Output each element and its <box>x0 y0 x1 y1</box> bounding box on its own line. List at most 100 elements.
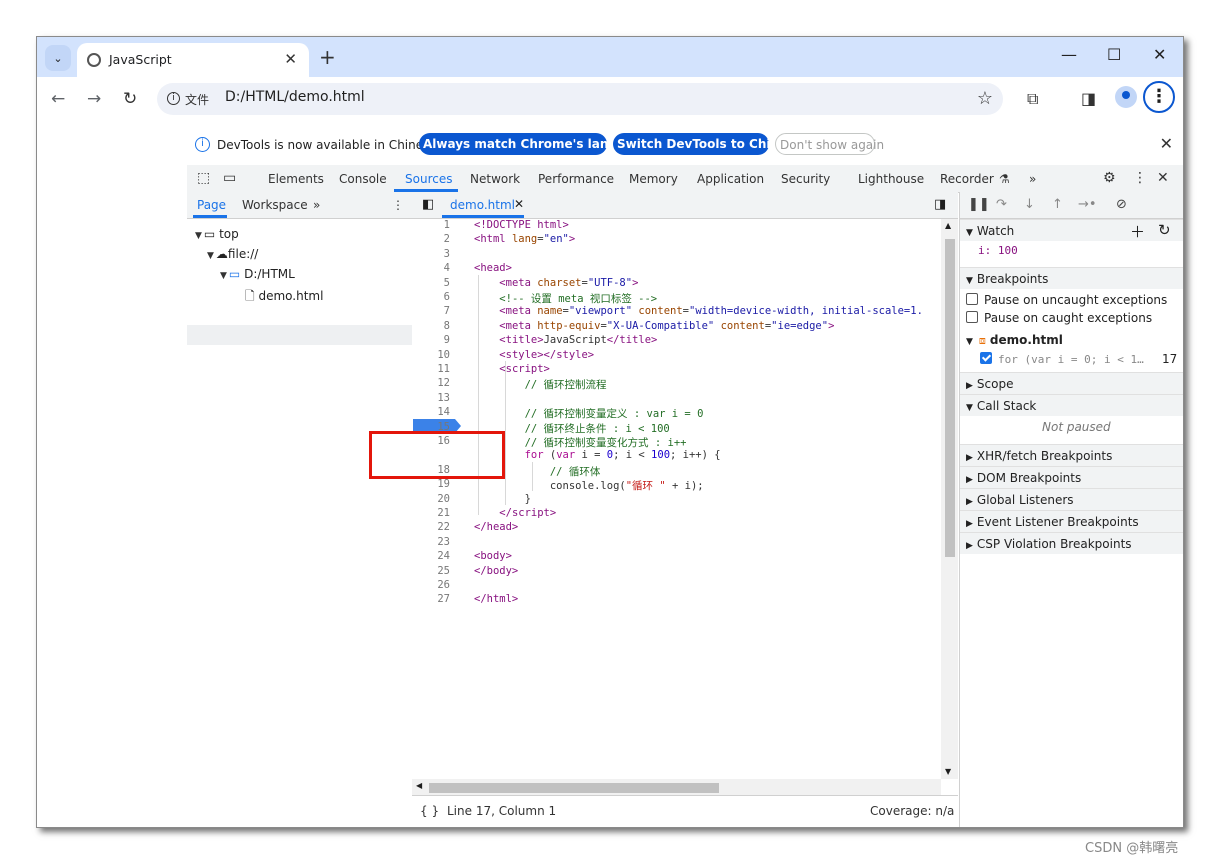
dom-breakpoints-section[interactable]: ▶ DOM Breakpoints <box>960 466 1183 488</box>
minimize-icon[interactable]: — <box>1061 45 1077 64</box>
tree-item-file[interactable]: ▼ ☁file:// <box>207 247 258 261</box>
line-number[interactable]: 2 <box>412 233 450 245</box>
tab-search-button[interactable]: ⌄ <box>45 45 71 71</box>
callstack-section[interactable]: ▼ Call Stack <box>960 394 1183 416</box>
pause-resume-icon[interactable]: ❚❚ <box>968 197 990 212</box>
forward-icon[interactable]: → <box>87 89 101 109</box>
close-file-tab-icon[interactable]: ✕ <box>514 197 524 211</box>
line-number[interactable]: 24 <box>412 550 450 562</box>
step-into-icon[interactable]: ↓ <box>1024 197 1035 212</box>
line-number[interactable]: 13 <box>412 392 450 404</box>
more-navigator-tabs-icon[interactable]: » <box>313 198 320 212</box>
line-number[interactable]: 19 <box>412 478 450 490</box>
scope-section[interactable]: ▶ Scope <box>960 372 1183 394</box>
navigator-menu-icon[interactable]: ⋮ <box>392 198 404 212</box>
checkbox[interactable] <box>966 311 978 323</box>
breakpoint-entry[interactable]: for (var i = 0; i < 1… <box>980 352 1144 366</box>
breakpoints-section[interactable]: ▼ Breakpoints <box>960 267 1183 289</box>
line-number[interactable]: 22 <box>412 521 450 533</box>
maximize-icon[interactable]: ☐ <box>1107 45 1121 64</box>
match-language-button[interactable]: Always match Chrome's language <box>419 133 650 155</box>
xhr-breakpoints-section[interactable]: ▶ XHR/fetch Breakpoints <box>960 444 1183 466</box>
navigator-tab-workspace[interactable]: Workspace <box>242 198 308 212</box>
close-infobar-icon[interactable]: ✕ <box>1160 134 1173 153</box>
line-number[interactable]: 4 <box>412 262 450 274</box>
watch-expression[interactable]: i: 100 <box>978 244 1018 257</box>
tab-recorder[interactable]: Recorder <box>940 172 994 186</box>
back-icon[interactable]: ← <box>51 89 65 109</box>
line-number[interactable]: 25 <box>412 565 450 577</box>
step-over-icon[interactable]: ↷ <box>996 197 1007 212</box>
reload-icon[interactable]: ↻ <box>123 89 137 109</box>
more-tabs-icon[interactable]: » <box>1029 172 1036 186</box>
line-number[interactable]: 27 <box>412 593 450 605</box>
step-icon[interactable]: →• <box>1078 197 1097 212</box>
line-number[interactable]: 3 <box>412 248 450 260</box>
scroll-down-icon[interactable]: ▼ <box>945 767 951 776</box>
editor-file-tab[interactable]: demo.html <box>450 198 515 212</box>
csp-breakpoints-section[interactable]: ▶ CSP Violation Breakpoints <box>960 532 1183 554</box>
tab-application[interactable]: Application <box>697 172 764 186</box>
line-number[interactable]: 14 <box>412 406 450 418</box>
line-number[interactable]: 23 <box>412 536 450 548</box>
address-bar[interactable]: i 文件 D:/HTML/demo.html ☆ <box>157 83 1003 115</box>
horizontal-scrollbar[interactable]: ◀ <box>412 779 941 795</box>
breakpoint-checkbox[interactable] <box>980 352 992 364</box>
scroll-left-icon[interactable]: ◀ <box>416 781 422 790</box>
close-window-icon[interactable]: ✕ <box>1153 45 1166 64</box>
tab-security[interactable]: Security <box>781 172 830 186</box>
tree-item-demo-html[interactable]: 🗋 demo.html <box>245 287 323 308</box>
tab-sources[interactable]: Sources <box>405 172 452 186</box>
site-info-icon[interactable]: i <box>167 92 180 105</box>
tab-elements[interactable]: Elements <box>268 172 324 186</box>
toggle-debugger-icon[interactable]: ◨ <box>934 197 946 212</box>
pretty-print-icon[interactable]: { } <box>420 804 439 818</box>
line-number[interactable]: 20 <box>412 493 450 505</box>
profile-avatar-icon[interactable] <box>1115 86 1137 108</box>
vertical-scrollbar[interactable]: ▲ ▼ <box>941 219 958 779</box>
line-number[interactable]: 5 <box>412 277 450 289</box>
extensions-icon[interactable]: ⧉ <box>1027 89 1038 109</box>
side-panel-icon[interactable]: ◨ <box>1081 89 1096 108</box>
tab-network[interactable]: Network <box>470 172 520 186</box>
navigator-tab-page[interactable]: Page <box>197 198 226 212</box>
line-number[interactable]: 10 <box>412 349 450 361</box>
code-area[interactable]: 1 <!DOCTYPE html> 2 <html lang="en"> 3 4… <box>412 219 958 779</box>
line-number[interactable]: 26 <box>412 579 450 591</box>
hscroll-thumb[interactable] <box>429 783 719 793</box>
tab-lighthouse[interactable]: Lighthouse <box>858 172 924 186</box>
line-number[interactable]: 21 <box>412 507 450 519</box>
deactivate-breakpoints-icon[interactable]: ⊘ <box>1116 197 1127 212</box>
line-number[interactable]: 11 <box>412 363 450 375</box>
inspect-element-icon[interactable]: ⬚ <box>197 170 210 186</box>
line-number[interactable]: 8 <box>412 320 450 332</box>
breakpoint-file-row[interactable]: ▼ ⧈ demo.html <box>966 333 1063 348</box>
pause-uncaught-row[interactable]: Pause on uncaught exceptions <box>966 293 1167 307</box>
url-text[interactable]: D:/HTML/demo.html <box>225 89 365 105</box>
watch-section[interactable]: ▼ Watch ＋ ↻ <box>960 219 1183 242</box>
add-watch-icon[interactable]: ＋ <box>1130 221 1145 242</box>
dont-show-again-button[interactable]: Don't show again <box>775 133 884 155</box>
tab-memory[interactable]: Memory <box>629 172 678 186</box>
line-number[interactable]: 9 <box>412 334 450 346</box>
refresh-watch-icon[interactable]: ↻ <box>1158 221 1171 239</box>
devtools-menu-icon[interactable]: ⋮ <box>1133 170 1147 186</box>
tab-console[interactable]: Console <box>339 172 387 186</box>
line-number[interactable]: 7 <box>412 305 450 317</box>
bookmark-star-icon[interactable]: ☆ <box>977 88 993 109</box>
close-devtools-icon[interactable]: ✕ <box>1157 170 1169 186</box>
settings-gear-icon[interactable]: ⚙ <box>1103 170 1116 186</box>
browser-tab[interactable]: JavaScript ✕ <box>77 43 309 77</box>
event-listener-breakpoints-section[interactable]: ▶ Event Listener Breakpoints <box>960 510 1183 532</box>
scroll-thumb[interactable] <box>945 239 955 557</box>
line-number[interactable]: 6 <box>412 291 450 303</box>
tree-item-top[interactable]: ▼ ▭ top <box>195 227 239 241</box>
chrome-menu-icon[interactable]: ⋮ <box>1143 81 1175 113</box>
pause-caught-row[interactable]: Pause on caught exceptions <box>966 311 1152 325</box>
line-number[interactable]: 12 <box>412 377 450 389</box>
tab-performance[interactable]: Performance <box>538 172 614 186</box>
line-number[interactable]: 1 <box>412 219 450 231</box>
step-out-icon[interactable]: ↑ <box>1052 197 1063 212</box>
tree-item-folder[interactable]: ▼ ▭ D:/HTML <box>220 267 295 281</box>
switch-language-button[interactable]: Switch DevTools to Chinese <box>613 133 802 155</box>
